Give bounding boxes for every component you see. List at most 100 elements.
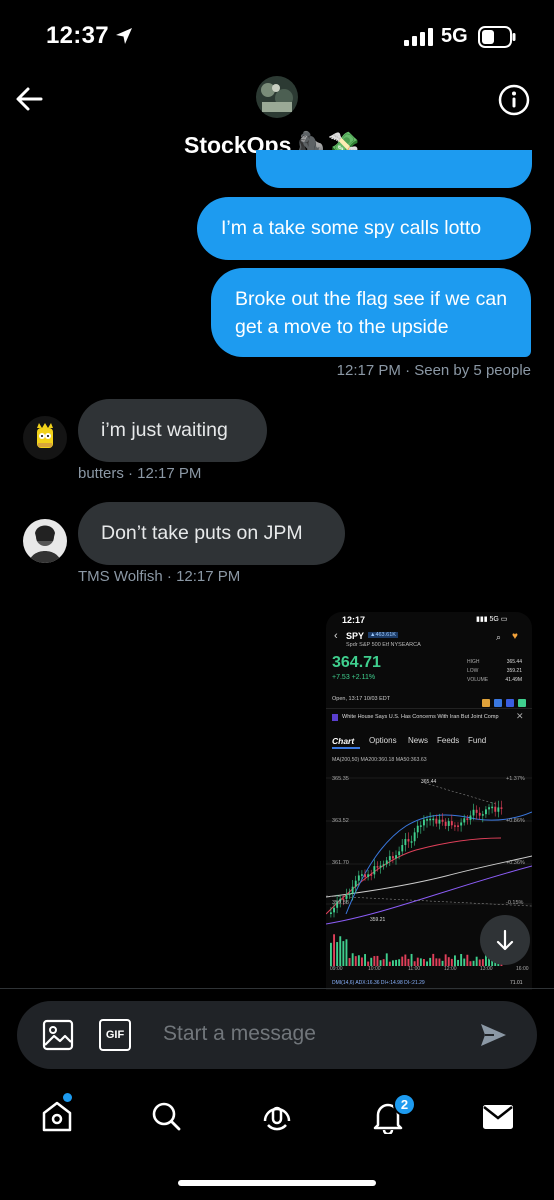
candle: [469, 815, 472, 820]
candle: [419, 825, 422, 827]
message-bubble[interactable]: Don’t take puts on JPM: [78, 502, 345, 565]
candle: [497, 807, 500, 812]
attach-open-text: Open, 13:17 10/03 EDT: [332, 696, 391, 702]
volume-bar: [457, 959, 459, 966]
home-icon[interactable]: [40, 1097, 74, 1135]
notifications-badge: 2: [393, 1093, 416, 1116]
message-bubble[interactable]: Broke out the flag see if we can get a m…: [211, 268, 531, 357]
volume-bar: [435, 958, 438, 966]
message-bubble[interactable]: i’m just waiting: [78, 399, 267, 462]
home-indicator[interactable]: [178, 1180, 376, 1186]
gif-label: GIF: [105, 1029, 125, 1041]
back-arrow-icon[interactable]: [14, 84, 44, 114]
attach-tab-news: News: [408, 736, 429, 745]
send-icon[interactable]: [478, 1020, 508, 1050]
attach-x-label: 11:00: [408, 966, 421, 972]
seen-status[interactable]: · Seen by 5 people: [405, 362, 531, 379]
candle: [330, 912, 332, 914]
attach-tab-options: Options: [369, 736, 397, 745]
candle: [494, 806, 497, 812]
candle: [475, 809, 478, 813]
attach-y-label: 359.88: [332, 900, 349, 906]
info-icon[interactable]: [498, 84, 530, 116]
volume-bar: [419, 958, 422, 966]
volume-bar: [416, 957, 419, 966]
candle: [435, 818, 438, 824]
candle: [361, 874, 363, 876]
candle: [379, 865, 382, 868]
volume-bar: [342, 941, 345, 966]
volume-bar: [361, 957, 363, 966]
attach-news-icon: [332, 714, 338, 721]
message-text: i’m just waiting: [101, 419, 228, 441]
candle: [481, 814, 484, 816]
candle: [404, 839, 407, 846]
attach-x-label: 16:00: [516, 966, 529, 972]
volume-bar: [447, 957, 450, 966]
image-icon[interactable]: [42, 1019, 74, 1051]
candle: [413, 832, 416, 842]
candle: [376, 866, 379, 868]
candle: [426, 819, 428, 821]
attach-close-icon: ✕: [516, 711, 524, 721]
attach-x-label: 09:00: [330, 966, 343, 972]
network-type: 5G: [441, 25, 468, 47]
attach-tab-feeds: Feeds: [437, 736, 460, 745]
attach-badge: ▲463.61K: [368, 632, 398, 638]
candle: [395, 855, 397, 859]
attach-annot-high: 365.44: [421, 779, 437, 785]
attach-heart-icon: ♥: [512, 631, 518, 642]
gif-button[interactable]: GIF: [99, 1019, 131, 1051]
volume-bar: [333, 934, 335, 966]
candle: [398, 851, 401, 856]
volume-bar: [385, 953, 388, 966]
volume-bar: [382, 959, 385, 966]
volume-bar: [336, 942, 339, 966]
volume-bar: [357, 955, 360, 966]
candle: [348, 893, 351, 896]
attach-x-label: 10:00: [368, 966, 381, 972]
spaces-icon[interactable]: [259, 1099, 295, 1135]
search-icon[interactable]: [150, 1100, 182, 1132]
volume-bar: [398, 959, 401, 966]
attach-y-label: 363.52: [332, 818, 349, 824]
volume-bar: [330, 942, 332, 966]
message-bubble-partial[interactable]: [256, 150, 532, 188]
attach-right-label: +1.37%: [506, 776, 525, 782]
volume-bar: [392, 960, 394, 966]
candle: [385, 860, 388, 865]
attach-annot-low: 359.21: [370, 917, 386, 923]
candle: [472, 809, 475, 816]
message-bubble[interactable]: I’m a take some spy calls lotto: [197, 197, 531, 260]
candle: [454, 825, 456, 827]
scroll-to-bottom-button[interactable]: [480, 915, 530, 965]
messages-envelope-icon[interactable]: [482, 1104, 514, 1130]
attach-ticker: SPY: [346, 631, 365, 641]
volume-bar: [339, 936, 342, 966]
volume-bar: [364, 954, 366, 966]
volume-bar: [444, 954, 447, 966]
composer-divider: [0, 988, 554, 989]
candle: [429, 818, 432, 821]
candle: [460, 822, 463, 826]
attach-status-icons: ▮▮▮ 5G ▭: [476, 616, 508, 623]
candle: [478, 812, 481, 816]
volume-bar: [469, 961, 472, 966]
arrow-down-icon: [496, 929, 514, 951]
volume-bar: [348, 958, 351, 966]
attach-tab-fund: Fund: [468, 736, 487, 745]
candle: [351, 886, 354, 894]
candle: [491, 806, 494, 809]
attach-right-label: -0.15%: [506, 900, 524, 906]
sender-avatar-butters[interactable]: [23, 416, 67, 460]
candle: [370, 874, 373, 876]
location-arrow-icon: [116, 28, 132, 44]
candle: [423, 819, 425, 826]
message-input[interactable]: Start a message: [163, 1022, 316, 1046]
sender-avatar-tms-wolfish[interactable]: [23, 519, 67, 563]
attach-name: Spdr S&P 500 Etf NYSEARCA: [346, 642, 421, 648]
volume-bar: [450, 958, 453, 966]
group-avatar[interactable]: [256, 76, 298, 118]
candle: [450, 821, 453, 826]
candle: [416, 825, 419, 833]
